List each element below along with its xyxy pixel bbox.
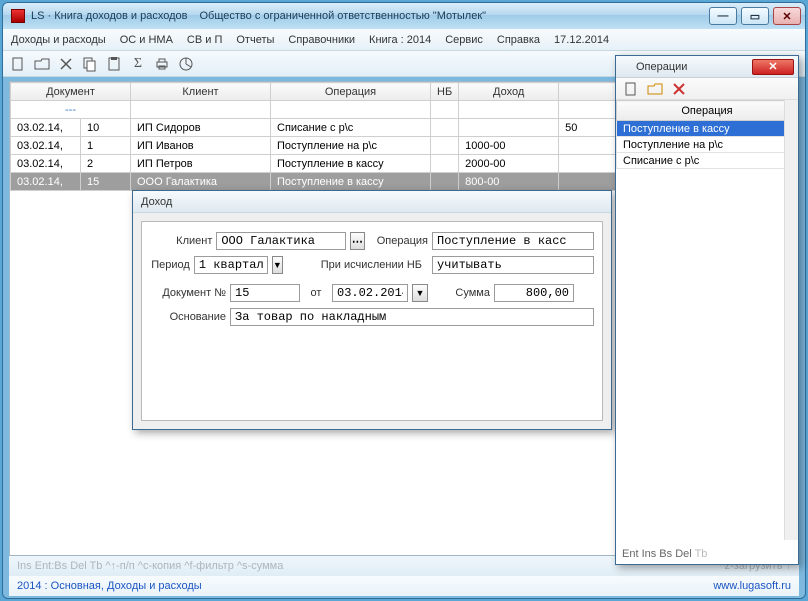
op-col-header[interactable]: Операция	[617, 101, 798, 121]
open-icon[interactable]	[33, 55, 51, 73]
docnum-field[interactable]	[230, 284, 300, 302]
maximize-button[interactable]: ▭	[741, 7, 769, 25]
status-link[interactable]: www.lugasoft.ru	[713, 580, 791, 592]
menu-item[interactable]: Книга : 2014	[369, 34, 431, 46]
lbl-operation: Операция	[375, 235, 428, 247]
lbl-period: Период	[150, 259, 190, 271]
operations-toolbar	[616, 78, 798, 100]
chart-icon[interactable]	[177, 55, 195, 73]
income-dialog-body: Клиент ⋯ Операция Период ▼ При исчислени…	[141, 221, 603, 421]
period-dropdown-button[interactable]: ▼	[272, 256, 283, 274]
titlebar[interactable]: LS · Книга доходов и расходов Общество с…	[3, 3, 805, 29]
lbl-sum: Сумма	[440, 287, 490, 299]
paste-icon[interactable]	[105, 55, 123, 73]
menu-item[interactable]: Сервис	[445, 34, 483, 46]
status-bar: 2014 : Основная, Доходы и расходы www.lu…	[9, 576, 799, 596]
menu-item[interactable]: СВ и П	[187, 34, 222, 46]
client-lookup-button[interactable]: ⋯	[350, 232, 365, 250]
income-dialog-title-text: Доход	[141, 196, 172, 208]
hint-left: Ins Ent:Bs Del Tb ^↑-п/п ^c-копия ^f-фил…	[17, 560, 283, 572]
date-field[interactable]	[332, 284, 408, 302]
operations-close-button[interactable]: ✕	[752, 59, 794, 75]
date-dropdown-button[interactable]: ▼	[412, 284, 428, 302]
op-list-item[interactable]: Списание с р\с	[617, 153, 798, 169]
operations-title-text: Операции	[632, 61, 752, 73]
op-delete-icon[interactable]	[670, 80, 688, 98]
op-open-icon[interactable]	[646, 80, 664, 98]
operations-window[interactable]: Операции ✕ Операция Поступление в кассуП…	[615, 55, 799, 565]
delete-icon[interactable]	[57, 55, 75, 73]
operations-titlebar[interactable]: Операции ✕	[616, 56, 798, 78]
menu-date: 17.12.2014	[554, 34, 609, 46]
basis-field[interactable]	[230, 308, 594, 326]
income-dialog[interactable]: Доход Клиент ⋯ Операция Период ▼ При исч…	[132, 190, 612, 430]
lbl-from: от	[304, 287, 328, 299]
menu-item[interactable]: Доходы и расходы	[11, 34, 106, 46]
app-icon	[11, 9, 25, 23]
operation-field[interactable]	[432, 232, 594, 250]
sum-field[interactable]	[494, 284, 574, 302]
operations-list[interactable]: Операция Поступление в кассуПоступление …	[616, 100, 798, 169]
client-field[interactable]	[216, 232, 346, 250]
nb-field[interactable]	[432, 256, 594, 274]
menu-item[interactable]: Отчеты	[236, 34, 274, 46]
print-icon[interactable]	[153, 55, 171, 73]
lbl-basis: Основание	[150, 311, 226, 323]
op-list-item[interactable]: Поступление на р\с	[617, 137, 798, 153]
col-client[interactable]: Клиент	[131, 83, 271, 101]
col-document[interactable]: Документ	[11, 83, 131, 101]
menu-item[interactable]: Справочники	[288, 34, 355, 46]
status-left: 2014 : Основная, Доходы и расходы	[17, 580, 202, 592]
copy-icon[interactable]	[81, 55, 99, 73]
lbl-client: Клиент	[150, 235, 212, 247]
close-button[interactable]: ✕	[773, 7, 801, 25]
title-right: Общество с ограниченной ответственностью…	[199, 10, 486, 22]
op-new-icon[interactable]	[622, 80, 640, 98]
col-operation[interactable]: Операция	[271, 83, 431, 101]
income-dialog-title[interactable]: Доход	[133, 191, 611, 213]
menu-item[interactable]: ОС и НМА	[120, 34, 173, 46]
op-footer: Ent Ins Bs Del Tb	[622, 548, 792, 560]
operations-icon	[620, 61, 632, 73]
col-income[interactable]: Доход	[459, 83, 559, 101]
col-nb[interactable]: НБ	[431, 83, 459, 101]
period-field[interactable]	[194, 256, 268, 274]
new-icon[interactable]	[9, 55, 27, 73]
menubar: Доходы и расходы ОС и НМА СВ и П Отчеты …	[3, 29, 805, 51]
lbl-docnum: Документ №	[150, 287, 226, 299]
title-left: LS · Книга доходов и расходов	[31, 10, 187, 22]
minimize-button[interactable]: —	[709, 7, 737, 25]
op-list-item[interactable]: Поступление в кассу	[617, 121, 798, 137]
menu-item[interactable]: Справка	[497, 34, 540, 46]
lbl-nb: При исчислении НБ	[321, 259, 422, 271]
sum-icon[interactable]: Σ	[129, 55, 147, 73]
op-scrollbar[interactable]	[784, 100, 798, 540]
